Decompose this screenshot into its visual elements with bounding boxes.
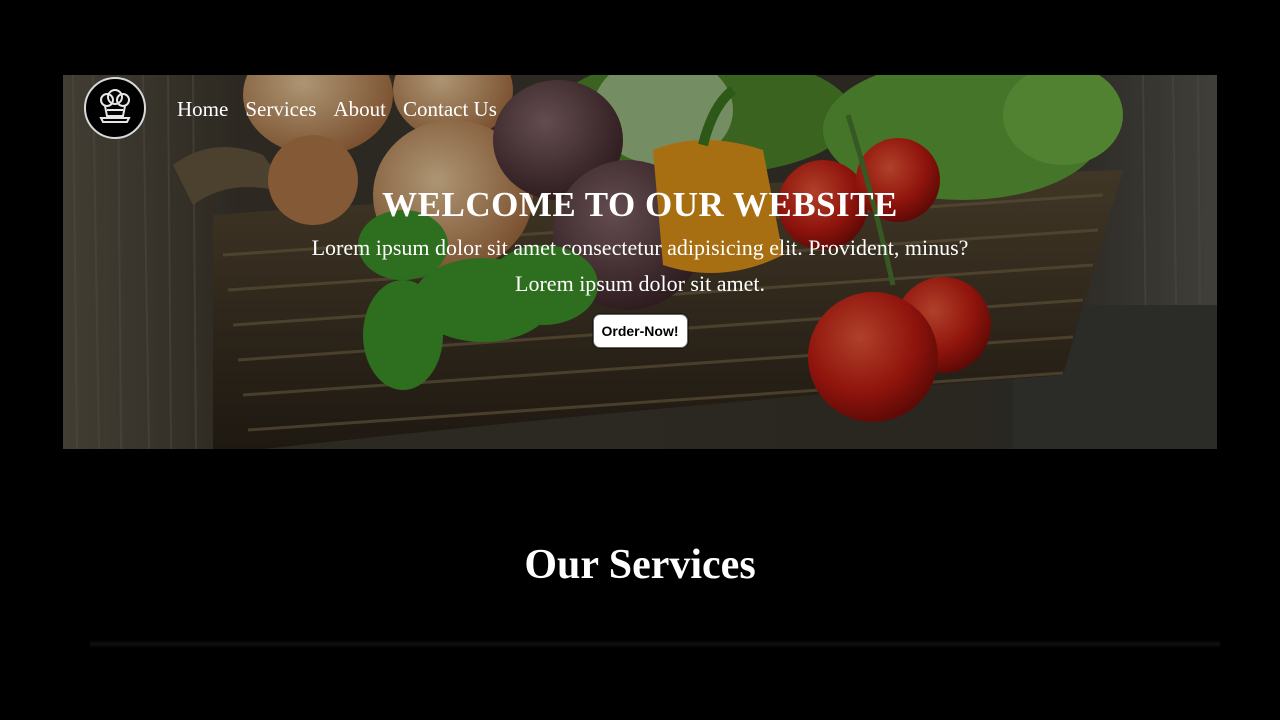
services-heading: Our Services <box>524 542 756 588</box>
hero-content: WELCOME TO OUR WEBSITE Lorem ipsum dolor… <box>63 185 1217 348</box>
logo[interactable] <box>84 77 146 139</box>
section-divider <box>90 640 1220 648</box>
main-nav: Home Services About Contact Us <box>177 97 497 122</box>
nav-about-link[interactable]: About <box>333 97 386 122</box>
hero-text: Lorem ipsum dolor sit amet consectetur a… <box>311 235 969 296</box>
order-now-button[interactable]: Order-Now! <box>592 314 688 348</box>
nav-services-link[interactable]: Services <box>245 97 316 122</box>
nav-contact-link[interactable]: Contact Us <box>403 97 497 122</box>
chef-hat-icon <box>99 89 131 123</box>
hero-title: WELCOME TO OUR WEBSITE <box>382 185 898 224</box>
nav-home-link[interactable]: Home <box>177 97 228 122</box>
hero-banner: Home Services About Contact Us WELCOME T… <box>63 75 1217 449</box>
